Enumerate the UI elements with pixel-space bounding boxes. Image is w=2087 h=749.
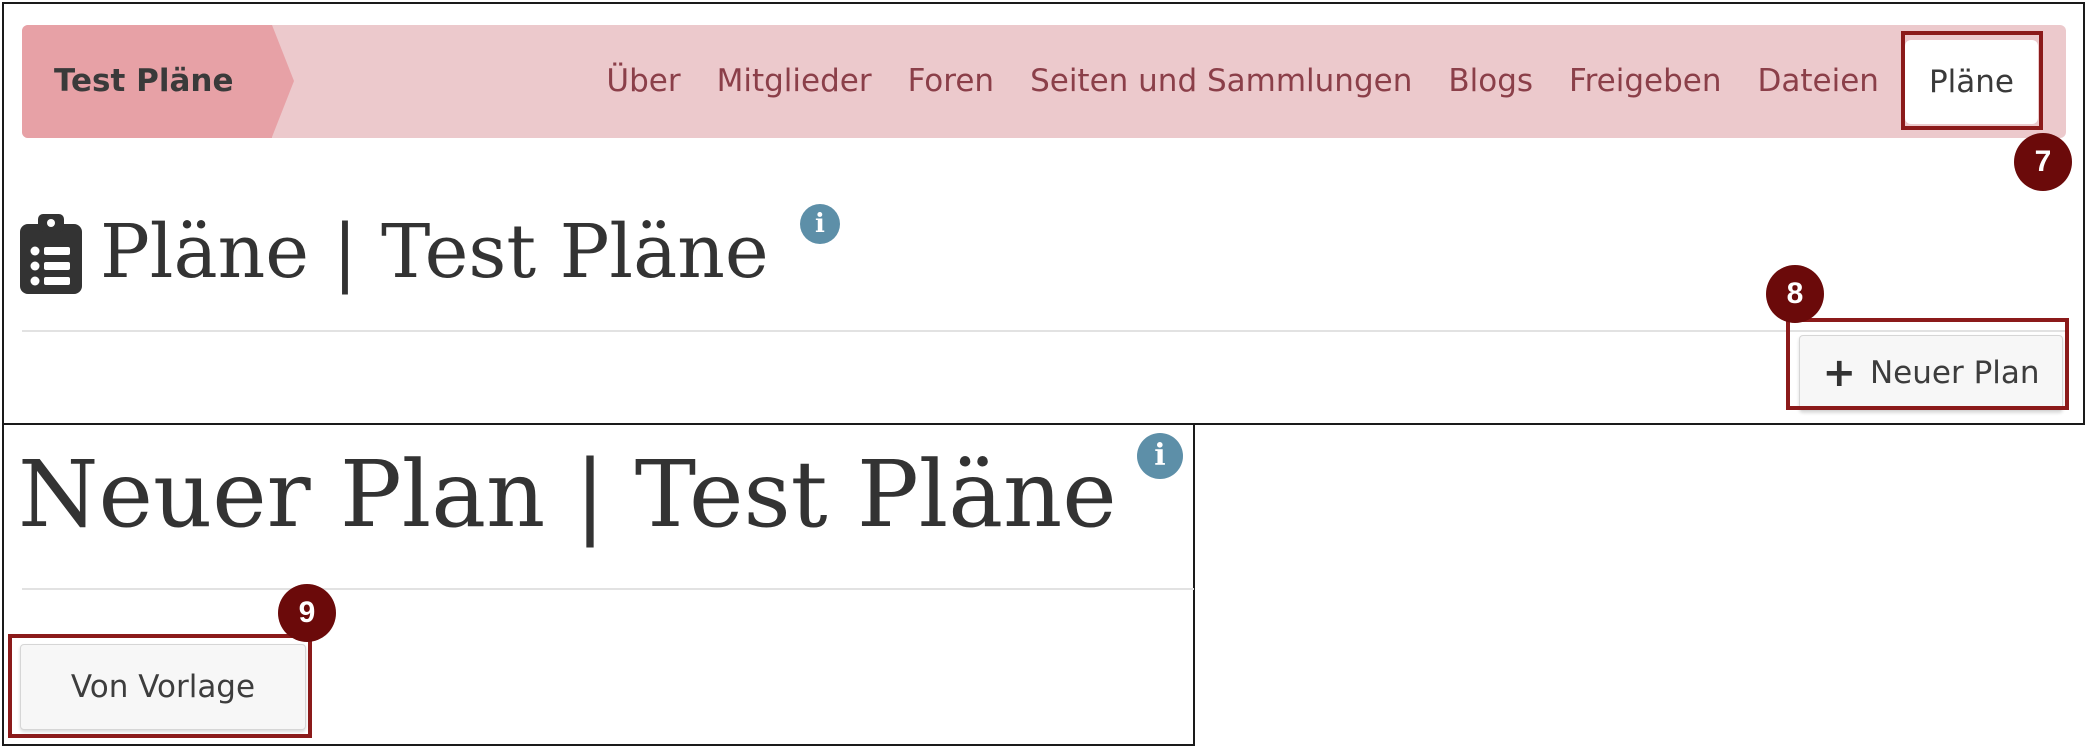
nav-item-ueber[interactable]: Über (588, 25, 698, 138)
highlight-new-plan (1786, 318, 2069, 410)
group-tab-arrow (272, 25, 294, 137)
heading-divider (22, 330, 2066, 332)
step-badge-7: 7 (2014, 133, 2072, 191)
info-icon[interactable]: i (800, 204, 840, 244)
step-badge-8: 8 (1766, 265, 1824, 323)
plans-page-panel: Test Pläne Über Mitglieder Foren Seiten … (2, 2, 2085, 425)
nav-item-freigeben[interactable]: Freigeben (1551, 25, 1739, 138)
info-icon[interactable]: i (1137, 433, 1183, 479)
group-name[interactable]: Test Pläne (54, 25, 233, 138)
group-nav-items: Über Mitglieder Foren Seiten und Sammlun… (588, 25, 2038, 138)
nav-item-mitglieder[interactable]: Mitglieder (699, 25, 890, 138)
group-navbar: Test Pläne Über Mitglieder Foren Seiten … (22, 25, 2066, 138)
highlight-plaene (1901, 31, 2043, 130)
highlight-from-template (8, 634, 312, 738)
nav-item-seiten[interactable]: Seiten und Sammlungen (1012, 25, 1430, 138)
heading-divider (22, 588, 1194, 590)
page-title: Neuer Plan | Test Pläne (18, 441, 1117, 548)
page-title: Pläne | Test Pläne (100, 209, 769, 295)
nav-item-foren[interactable]: Foren (890, 25, 1012, 138)
clipboard-list-icon (20, 214, 82, 294)
nav-item-dateien[interactable]: Dateien (1740, 25, 1897, 138)
step-badge-9: 9 (278, 584, 336, 642)
nav-item-blogs[interactable]: Blogs (1430, 25, 1551, 138)
